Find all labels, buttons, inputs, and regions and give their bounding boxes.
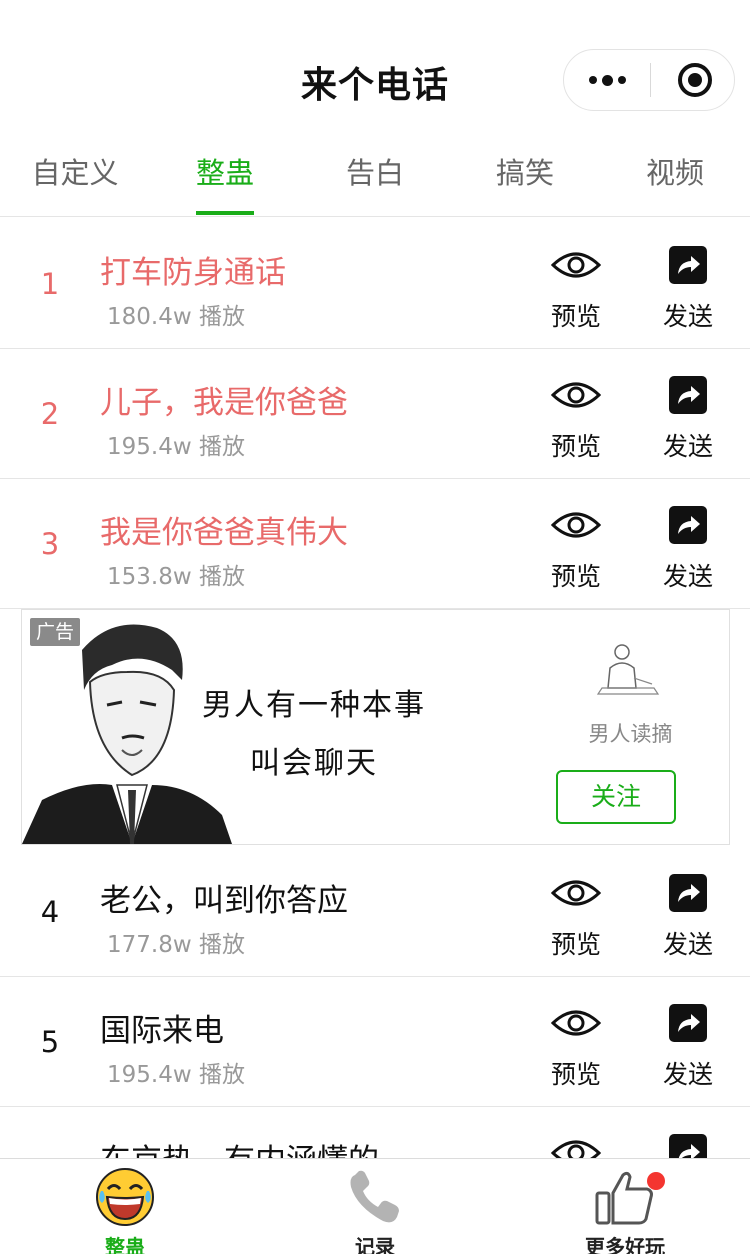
- share-icon: [669, 246, 707, 284]
- preview-label: 预览: [550, 432, 601, 461]
- dot: [617, 76, 626, 84]
- call-title: 国际来电: [100, 1013, 224, 1049]
- rank-number: 3: [40, 527, 60, 561]
- tab-confession[interactable]: 告白: [300, 140, 450, 217]
- preview-button[interactable]: 预览: [538, 245, 614, 335]
- dot: [601, 74, 613, 86]
- list-item[interactable]: 5 国际来电 195.4w 播放 预览 发送: [0, 977, 750, 1107]
- eye-icon: [551, 252, 601, 278]
- preview-button[interactable]: 预览: [538, 873, 614, 963]
- follow-button[interactable]: 关注: [556, 770, 676, 824]
- list-item[interactable]: 4 老公，叫到你答应 177.8w 播放 预览 发送: [0, 847, 750, 977]
- capsule-divider: [650, 63, 651, 97]
- thumbs-up-icon: [595, 1171, 653, 1225]
- send-button[interactable]: 发送: [650, 505, 726, 595]
- call-title: 儿子，我是你爸爸: [100, 385, 348, 421]
- call-title: 我是你爸爸真伟大: [100, 515, 348, 551]
- bottom-tab-more-fun[interactable]: 更多好玩: [500, 1159, 750, 1254]
- preview-label: 预览: [550, 930, 601, 959]
- laughing-emoji-icon: [96, 1168, 154, 1226]
- preview-button[interactable]: 预览: [538, 505, 614, 595]
- category-tabs: 自定义 整蛊 告白 搞笑 视频: [0, 140, 750, 217]
- send-button[interactable]: 发送: [650, 245, 726, 335]
- list-item[interactable]: 3 我是你爸爸真伟大 153.8w 播放 预览 发送: [0, 479, 750, 609]
- share-icon: [669, 376, 707, 414]
- nav-header: 来个电话: [0, 0, 750, 140]
- bottom-tab-bar: 整蛊 记录 更多好玩: [0, 1158, 750, 1254]
- eye-icon: [551, 1010, 601, 1036]
- share-icon: [669, 874, 707, 912]
- ad-account: 男人读摘 关注: [532, 610, 729, 844]
- tab-custom[interactable]: 自定义: [0, 140, 150, 217]
- send-label: 发送: [662, 302, 713, 331]
- send-label: 发送: [662, 1060, 713, 1089]
- share-icon: [669, 506, 707, 544]
- bottom-tab-records[interactable]: 记录: [250, 1159, 500, 1254]
- close-miniprogram-icon[interactable]: [678, 63, 712, 97]
- ad-subline: 叫会聊天: [250, 746, 378, 781]
- send-label: 发送: [662, 562, 713, 591]
- list-item[interactable]: 1 打车防身通话 180.4w 播放 预览 发送: [0, 219, 750, 349]
- preview-label: 预览: [550, 1060, 601, 1089]
- eye-icon: [551, 382, 601, 408]
- tab-funny[interactable]: 搞笑: [450, 140, 600, 217]
- share-icon: [669, 1004, 707, 1042]
- preview-button[interactable]: 预览: [538, 1003, 614, 1093]
- bottom-tab-label: 记录: [355, 1235, 395, 1254]
- notification-dot: [647, 1172, 665, 1190]
- bottom-tab-prank[interactable]: 整蛊: [0, 1159, 250, 1254]
- rank-number: 1: [40, 267, 60, 301]
- play-count: 180.4w 播放: [107, 304, 245, 330]
- call-title: 老公，叫到你答应: [100, 883, 348, 919]
- preview-button[interactable]: 预览: [538, 375, 614, 465]
- bottom-tab-label: 整蛊: [105, 1235, 145, 1254]
- send-button[interactable]: 发送: [650, 873, 726, 963]
- ad-headline: 男人有一种本事: [202, 688, 426, 723]
- send-label: 发送: [662, 930, 713, 959]
- play-count: 177.8w 播放: [107, 932, 245, 958]
- rank-number: 2: [40, 397, 60, 431]
- phone-icon: [350, 1170, 399, 1223]
- ad-image[interactable]: 广告 男人有一种本事 叫会聊天: [22, 610, 532, 844]
- play-count: 195.4w 播放: [107, 434, 245, 460]
- preview-label: 预览: [550, 302, 601, 331]
- bottom-tab-label: 更多好玩: [585, 1235, 665, 1254]
- play-count: 195.4w 播放: [107, 1062, 245, 1088]
- rank-number: 4: [40, 895, 60, 929]
- tab-video[interactable]: 视频: [600, 140, 750, 217]
- send-label: 发送: [662, 432, 713, 461]
- tab-prank[interactable]: 整蛊: [150, 140, 300, 217]
- account-logo-icon: [596, 644, 660, 695]
- preview-label: 预览: [550, 562, 601, 591]
- play-count: 153.8w 播放: [107, 564, 245, 590]
- eye-icon: [551, 512, 601, 538]
- call-title: 打车防身通话: [100, 255, 286, 291]
- list-item[interactable]: 2 儿子，我是你爸爸 195.4w 播放 预览 发送: [0, 349, 750, 479]
- miniprogram-capsule: [563, 49, 735, 111]
- rank-number: 5: [40, 1025, 60, 1059]
- account-name: 男人读摘: [588, 722, 673, 746]
- send-button[interactable]: 发送: [650, 375, 726, 465]
- ad-label-badge: 广告: [30, 618, 81, 646]
- send-button[interactable]: 发送: [650, 1003, 726, 1093]
- dot: [588, 76, 597, 84]
- eye-icon: [551, 880, 601, 906]
- ad-banner[interactable]: 广告 男人有一种本事 叫会聊天 男人读摘 关注: [21, 609, 730, 845]
- more-menu-button[interactable]: [564, 50, 650, 110]
